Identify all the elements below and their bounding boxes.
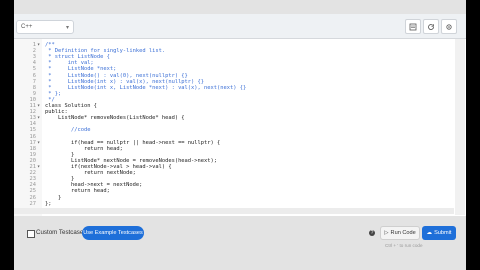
chevron-down-icon: ▾ (65, 25, 69, 31)
submit-button[interactable]: ☁ Submit (422, 226, 456, 240)
editor-settings-button[interactable] (441, 19, 457, 34)
refresh-icon (428, 23, 434, 30)
use-example-testcases-button[interactable]: Use Example Testcases (82, 226, 144, 240)
vertical-scrollbar[interactable] (455, 39, 465, 215)
editor-toolbar (14, 14, 466, 39)
run-shortcut-hint: Ctrl + ' to run code (385, 243, 423, 248)
use-example-testcases-label: Use Example Testcases (83, 230, 143, 236)
horizontal-scrollbar[interactable] (14, 208, 454, 214)
custom-testcase-checkbox[interactable] (27, 230, 35, 238)
notes-icon (409, 23, 417, 30)
custom-testcase-label: Custom Testcase (36, 229, 84, 236)
settings-icon (446, 23, 452, 30)
upload-icon: ☁ (426, 230, 433, 236)
run-code-button[interactable]: ▷ Run Code (380, 226, 420, 240)
help-icon[interactable]: ? (369, 230, 375, 236)
submit-label: Submit (434, 230, 452, 236)
right-letterbox (466, 0, 480, 270)
notes-button[interactable] (405, 19, 421, 34)
language-select[interactable]: C++ ▾ (16, 20, 74, 34)
reset-code-button[interactable] (423, 19, 439, 34)
language-select-value: C++ (21, 24, 33, 30)
run-code-label: Run Code (390, 230, 416, 236)
play-icon: ▷ (384, 230, 389, 236)
left-letterbox (0, 0, 14, 270)
